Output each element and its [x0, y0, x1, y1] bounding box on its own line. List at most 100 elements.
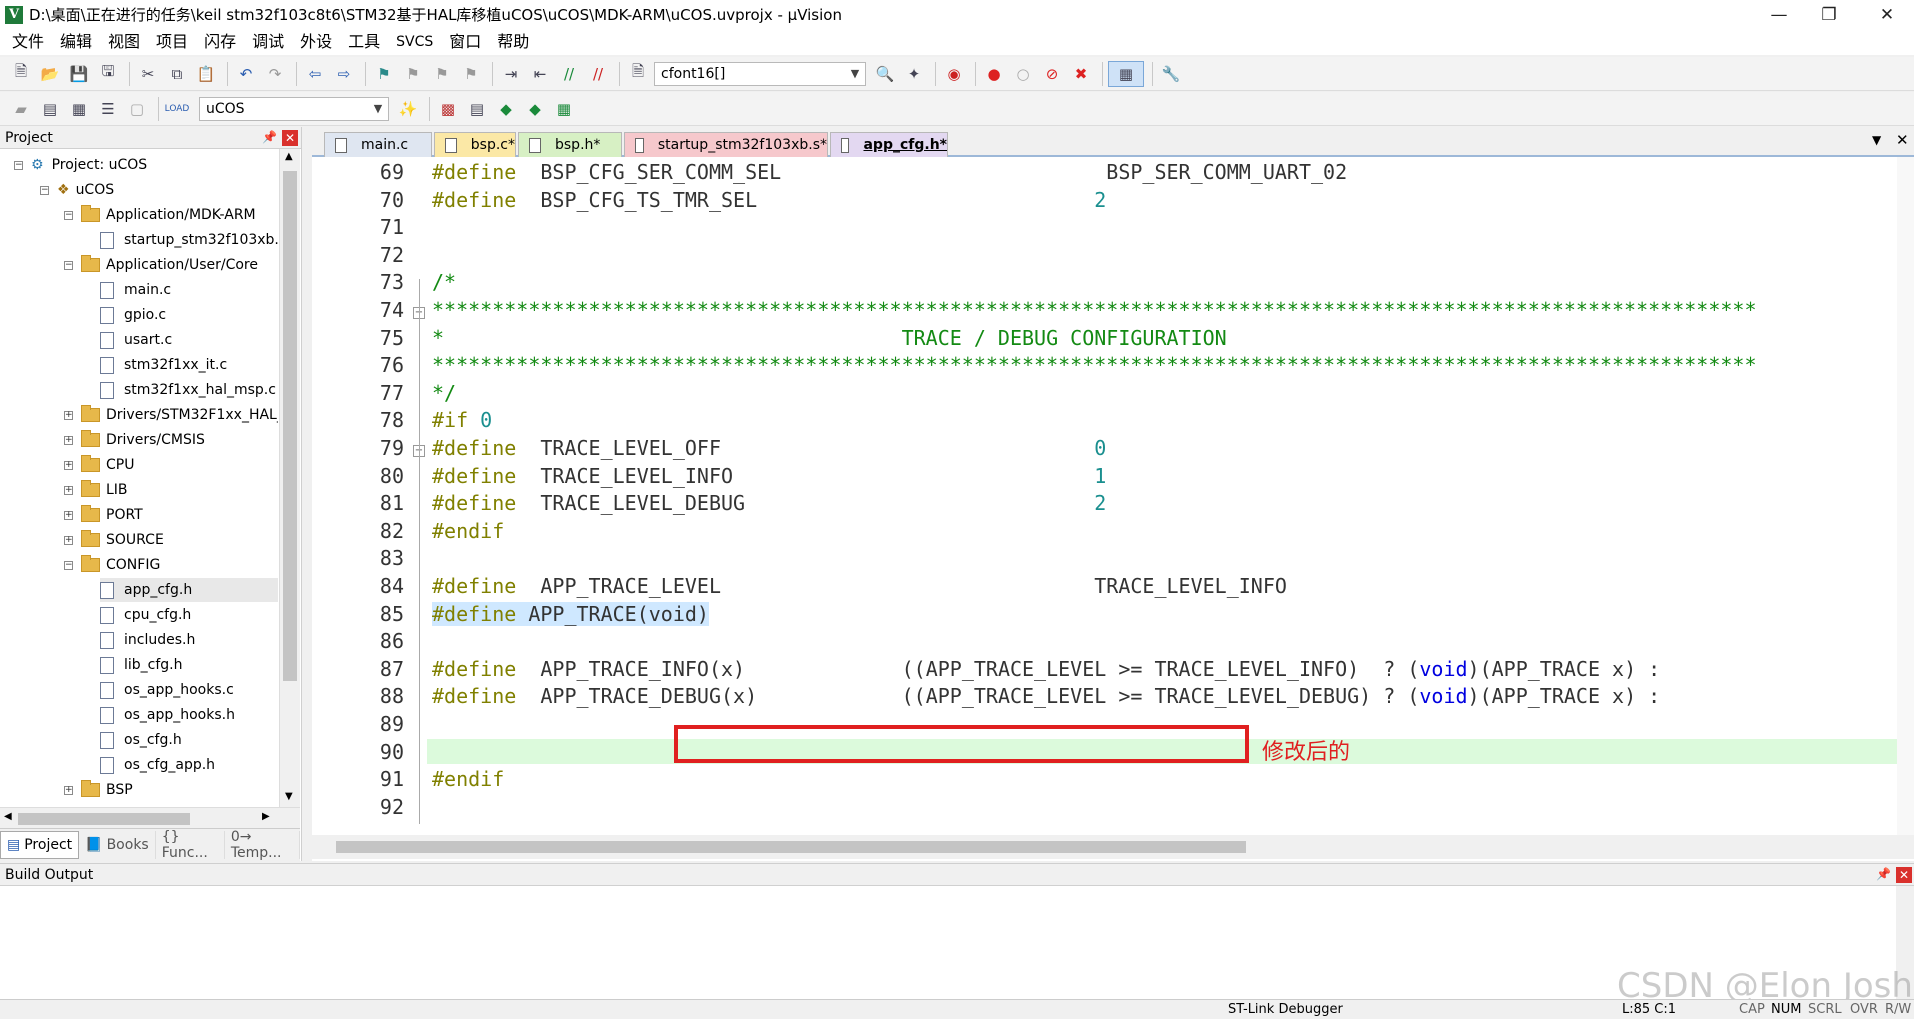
save-all-icon[interactable]: 🖫: [95, 61, 121, 87]
disable-all-breakpoints-icon[interactable]: ⊘: [1039, 61, 1065, 87]
expand-toggle-icon[interactable]: −: [14, 160, 23, 170]
menu-peripherals[interactable]: 外设: [292, 29, 340, 55]
scroll-up-icon[interactable]: ▲: [285, 151, 293, 162]
tree-item[interactable]: − Application/User/Core: [64, 253, 258, 277]
expand-toggle-icon[interactable]: +: [64, 535, 73, 545]
tree-item[interactable]: + PORT: [64, 503, 143, 527]
tree-item[interactable]: os_app_hooks.c: [100, 678, 234, 702]
tree-item[interactable]: includes.h: [100, 628, 195, 652]
menu-project[interactable]: 项目: [148, 29, 196, 55]
tab-list-dropdown-icon[interactable]: ▼: [1872, 133, 1881, 147]
target-combo[interactable]: uCOS ▼: [199, 96, 389, 121]
nav-forward-icon[interactable]: ⇨: [331, 61, 357, 87]
rebuild-icon[interactable]: ▦: [66, 96, 92, 122]
tree-item[interactable]: stm32f1xx_it.c: [100, 353, 227, 377]
clear-bookmarks-icon[interactable]: ⚑: [458, 61, 484, 87]
pin-icon[interactable]: 📌: [262, 130, 277, 144]
select-software-packs-icon[interactable]: ◆: [522, 96, 548, 122]
tab-functions[interactable]: {} Func...: [156, 829, 225, 861]
tree-item[interactable]: + Drivers/CMSIS: [64, 428, 205, 452]
disable-breakpoint-icon[interactable]: ○: [1010, 61, 1036, 87]
tree-item[interactable]: stm32f1xx_hal_msp.c: [100, 378, 276, 402]
close-icon[interactable]: ✕: [1864, 0, 1910, 29]
expand-toggle-icon[interactable]: +: [64, 510, 73, 520]
scroll-left-icon[interactable]: ◀: [4, 811, 12, 822]
uncomment-icon[interactable]: //: [585, 61, 611, 87]
menu-file[interactable]: 文件: [4, 29, 52, 55]
tree-item[interactable]: + SOURCE: [64, 528, 164, 552]
menu-debug[interactable]: 调试: [244, 29, 292, 55]
editor-tab[interactable]: startup_stm32f103xb.s*: [624, 132, 828, 157]
tab-project[interactable]: ▤ Project: [0, 831, 80, 859]
window-layout-icon[interactable]: ▦: [1108, 60, 1144, 87]
expand-toggle-icon[interactable]: +: [64, 485, 73, 495]
breakpoint-icon[interactable]: ●: [981, 61, 1007, 87]
comment-icon[interactable]: //: [556, 61, 582, 87]
tree-item[interactable]: os_cfg_app.h: [100, 753, 215, 777]
build-icon[interactable]: ▤: [37, 96, 63, 122]
editor-tab[interactable]: app_cfg.h*: [830, 132, 948, 157]
menu-help[interactable]: 帮助: [489, 29, 537, 55]
scrollbar-thumb[interactable]: [336, 841, 1246, 853]
close-icon[interactable]: ✕: [282, 130, 298, 146]
tree-item[interactable]: gpio.c: [100, 303, 166, 327]
tree-item[interactable]: app_cfg.h: [100, 578, 278, 602]
tab-books[interactable]: 📘 Books: [79, 831, 156, 859]
tree-item[interactable]: + LIB: [64, 478, 128, 502]
tree-item[interactable]: − ❖ uCOS: [40, 178, 114, 202]
bookmark-icon[interactable]: ⚑: [371, 61, 397, 87]
tree-item[interactable]: cpu_cfg.h: [100, 603, 191, 627]
tree-item[interactable]: − ⚙ Project: uCOS: [14, 153, 147, 177]
new-file-icon[interactable]: 🗎: [8, 61, 34, 87]
file-extensions-icon[interactable]: ▤: [464, 96, 490, 122]
unindent-icon[interactable]: ⇤: [527, 61, 553, 87]
close-icon[interactable]: ✕: [1896, 131, 1909, 149]
menu-svcs[interactable]: SVCS: [388, 29, 441, 55]
copy-icon[interactable]: ⧉: [164, 61, 190, 87]
open-folder-icon[interactable]: 📂: [37, 61, 63, 87]
target-options-icon[interactable]: ✨: [395, 96, 421, 122]
tree-horizontal-scrollbar[interactable]: ◀ ▶: [0, 807, 300, 828]
translate-icon[interactable]: ▰: [8, 96, 34, 122]
tree-vertical-scrollbar[interactable]: ▲ ▼: [279, 149, 300, 807]
paste-icon[interactable]: 📋: [193, 61, 219, 87]
indent-icon[interactable]: ⇥: [498, 61, 524, 87]
menu-view[interactable]: 视图: [100, 29, 148, 55]
incremental-find-icon[interactable]: ✦: [901, 61, 927, 87]
chevron-down-icon[interactable]: ▼: [368, 98, 388, 120]
editor-tab[interactable]: bsp.c*: [434, 132, 516, 157]
cut-icon[interactable]: ✂: [135, 61, 161, 87]
editor-tab[interactable]: bsp.h*: [518, 132, 622, 157]
stop-build-icon[interactable]: ▢: [124, 96, 150, 122]
pin-icon[interactable]: 📌: [1876, 867, 1891, 881]
tree-item[interactable]: + Drivers/STM32F1xx_HAL_Dr: [64, 403, 278, 427]
prev-bookmark-icon[interactable]: ⚑: [400, 61, 426, 87]
pack-installer-icon[interactable]: ◆: [493, 96, 519, 122]
tree-item[interactable]: + BSP: [64, 778, 133, 802]
nav-back-icon[interactable]: ⇦: [302, 61, 328, 87]
expand-toggle-icon[interactable]: −: [64, 260, 73, 270]
editor-horizontal-scrollbar[interactable]: [312, 835, 1914, 859]
expand-toggle-icon[interactable]: −: [40, 185, 49, 195]
tree-item[interactable]: − Application/MDK-ARM: [64, 203, 256, 227]
undo-icon[interactable]: ↶: [233, 61, 259, 87]
close-icon[interactable]: ✕: [1896, 867, 1912, 883]
save-icon[interactable]: 💾: [66, 61, 92, 87]
menu-flash[interactable]: 闪存: [196, 29, 244, 55]
tree-item[interactable]: lib_cfg.h: [100, 653, 183, 677]
restore-icon[interactable]: ❐: [1806, 0, 1852, 29]
tree-item[interactable]: os_app_hooks.h: [100, 703, 235, 727]
menu-edit[interactable]: 编辑: [52, 29, 100, 55]
tree-item[interactable]: main.c: [100, 278, 171, 302]
menu-window[interactable]: 窗口: [441, 29, 489, 55]
kill-breakpoints-icon[interactable]: ✖: [1068, 61, 1094, 87]
run-time-environment-icon[interactable]: ▦: [551, 96, 577, 122]
scroll-down-icon[interactable]: ▼: [285, 791, 293, 802]
editor-tab[interactable]: main.c: [324, 132, 432, 157]
find-in-files-icon[interactable]: 🗎: [625, 61, 651, 87]
expand-toggle-icon[interactable]: −: [64, 560, 73, 570]
expand-toggle-icon[interactable]: +: [64, 785, 73, 795]
menu-tools[interactable]: 工具: [340, 29, 388, 55]
find-combo[interactable]: cfont16[] ▼: [654, 61, 866, 86]
redo-icon[interactable]: ↷: [262, 61, 288, 87]
